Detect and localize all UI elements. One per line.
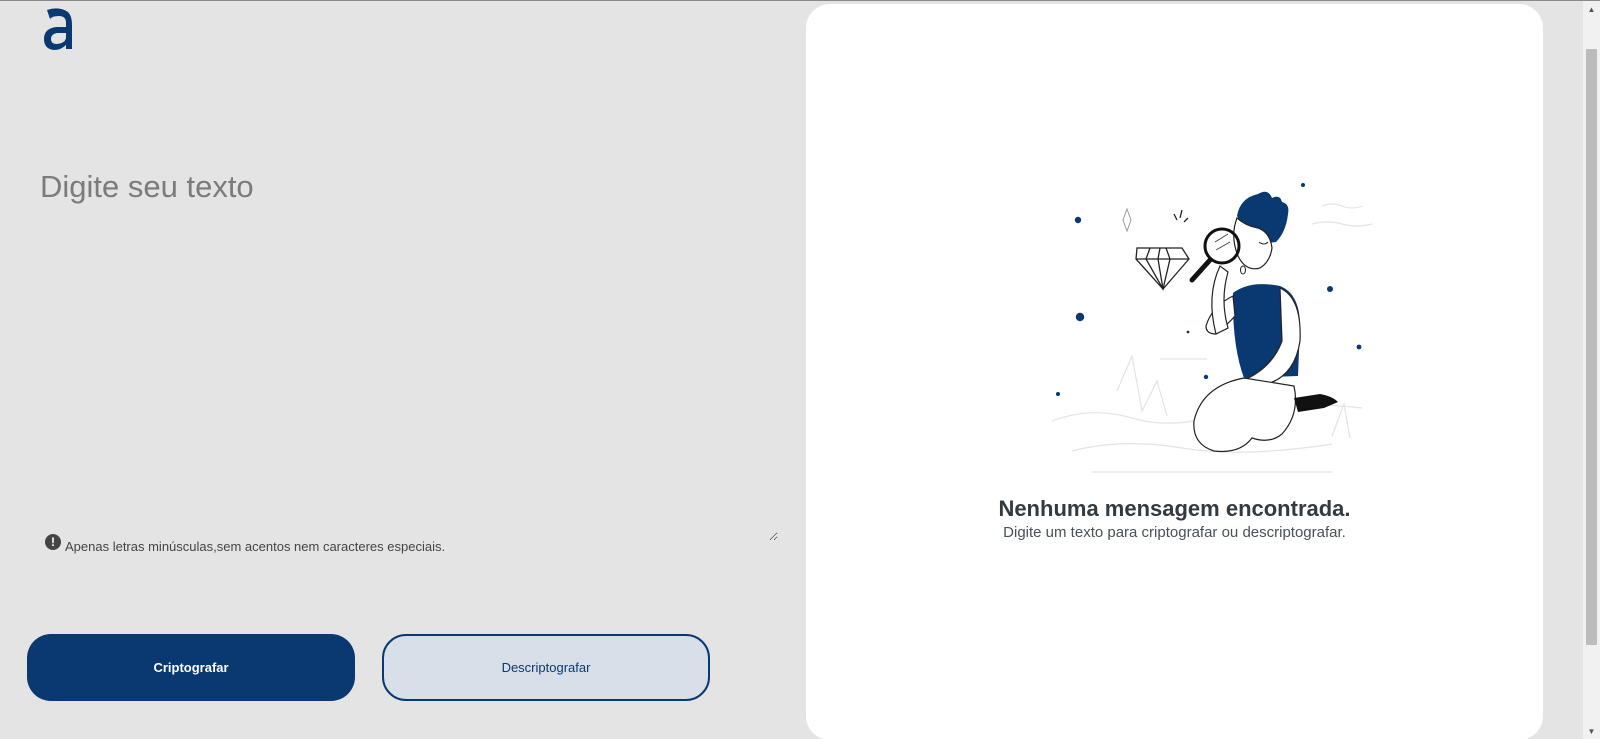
exclamation-icon: ! — [45, 534, 61, 550]
alura-a-logo-icon — [44, 8, 72, 50]
empty-state-title: Nenhuma mensagem encontrada. — [998, 496, 1351, 521]
scroll-up-arrow-icon[interactable]: ▲ — [1583, 1, 1600, 18]
scrollbar-thumb[interactable] — [1586, 49, 1597, 645]
text-input[interactable] — [34, 165, 778, 541]
scroll-down-arrow-icon[interactable]: ▼ — [1583, 723, 1600, 739]
hint: ! Apenas letras minúsculas,sem acentos n… — [45, 534, 446, 554]
empty-state-subtitle: Digite um texto para criptografar ou des… — [1003, 524, 1346, 541]
encrypt-button[interactable]: Criptografar — [27, 634, 355, 701]
output-panel: Nenhuma mensagem encontrada. Digite um t… — [806, 4, 1543, 739]
vertical-scrollbar[interactable]: ▲ ▼ — [1583, 1, 1600, 739]
decrypt-button[interactable]: Descriptografar — [382, 634, 710, 701]
person-with-magnifying-glass-diamond-illustration — [1032, 176, 1378, 492]
logo — [42, 5, 76, 51]
hint-text: Apenas letras minúsculas,sem acentos nem… — [65, 539, 446, 554]
